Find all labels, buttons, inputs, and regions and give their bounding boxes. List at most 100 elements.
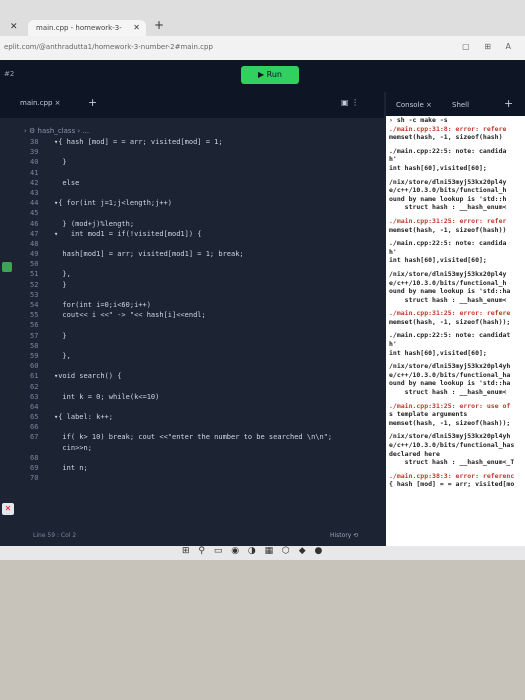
code-line[interactable]: 66	[0, 423, 384, 433]
line-number: 60	[30, 362, 39, 371]
code-line[interactable]: 57 }	[0, 332, 384, 342]
code-text: }	[54, 280, 67, 289]
code-line[interactable]: 42 else	[0, 179, 384, 189]
code-line[interactable]: 43	[0, 189, 384, 199]
console-line: › sh -c make -s	[389, 116, 448, 124]
browser-action-icons[interactable]: ▢ ⊞ A	[462, 42, 517, 51]
code-line[interactable]: 52 }	[0, 281, 384, 291]
code-line[interactable]: 69 int n;	[0, 464, 384, 474]
line-number: 38	[30, 138, 39, 146]
code-line[interactable]: 63 int k = 0; while(k<=10)	[0, 393, 384, 403]
code-line[interactable]: 60	[0, 362, 384, 372]
console-line: ./main.cpp:22:5: note: candida	[389, 146, 507, 155]
code-line[interactable]: 48	[0, 240, 384, 250]
code-lines[interactable]: 38 ▾{ hash [mod] = = arr; visited[mod] = …	[0, 138, 384, 484]
tab-console[interactable]: Console ×	[396, 101, 432, 109]
code-line[interactable]: cin>>n;	[0, 444, 384, 454]
code-line[interactable]: 59 },	[0, 352, 384, 362]
run-button[interactable]: ▶ Run	[241, 66, 299, 84]
new-tab-icon[interactable]: +	[154, 18, 164, 32]
code-line[interactable]: 65 ▾{ label: k++;	[0, 413, 384, 423]
code-line[interactable]: 38 ▾{ hash [mod] = = arr; visited[mod] = …	[0, 138, 384, 148]
line-number: 62	[30, 382, 39, 391]
code-line[interactable]: 46 } (mod+j)%length;	[0, 220, 384, 230]
code-text: },	[54, 270, 71, 279]
add-tab-icon[interactable]: +	[88, 96, 97, 109]
line-number: 67	[30, 433, 39, 442]
code-text: cout<< i <<" -> "<< hash[i]<<endl;	[54, 311, 206, 320]
code-line[interactable]: 41	[0, 169, 384, 179]
history-button[interactable]: History ⟲	[330, 532, 358, 539]
breadcrumb: › ⚙ hash_class › ...	[24, 127, 90, 135]
console-line: e/c++/10.3.0/bits/functional_h	[389, 278, 507, 287]
code-line[interactable]: 67 if( k> 10) break; cout <<"enter the n…	[0, 433, 384, 443]
console-line: memset(hash, -1, sizeof(hash))	[389, 225, 507, 234]
console-line: int hash[60],visited[60];	[389, 256, 487, 265]
editor-menu-icon[interactable]: ▣ ⋮	[341, 98, 359, 107]
code-line[interactable]: 62	[0, 383, 384, 393]
browser-tab-bar: ✕ main.cpp - homework-3-number ✕ +	[0, 0, 525, 48]
code-line[interactable]: 44 ▾{ for(int j=1;j<length;j++)	[0, 199, 384, 209]
line-number: 53	[30, 290, 39, 299]
code-line[interactable]: 40 }	[0, 158, 384, 168]
code-line[interactable]: 39	[0, 148, 384, 158]
line-number: 61	[30, 372, 39, 381]
console-line: memset(hash, -1, sizeof(hash));	[389, 418, 511, 427]
console-line: memset(hash, -1, sizeof(hash));	[389, 317, 511, 326]
taskbar: ⊞ ⚲ ▭ ◉ ◑ ▦ ⬡ ◆ ●	[0, 546, 525, 560]
code-text: hash[mod1] = arr; visited[mod1] = 1; bre…	[54, 250, 244, 259]
line-number: 58	[30, 341, 39, 350]
line-number: 59	[30, 351, 39, 360]
console-line: /nix/store/dlni53myj53kx20pl4yh	[389, 362, 511, 371]
line-number: 54	[30, 301, 39, 309]
editor-status-bar: Line 59 : Col 2 History ⟲	[0, 532, 384, 546]
code-editor[interactable]: main.cpp × + ▣ ⋮ › ⚙ hash_class › ... 38…	[0, 92, 384, 554]
tab-shell[interactable]: Shell	[452, 101, 469, 109]
console-line: e/c++/10.3.0/bits/functional_ha	[389, 370, 511, 379]
left-badge: #2	[4, 70, 15, 78]
line-number: 42	[30, 178, 39, 187]
line-number: 39	[30, 148, 39, 157]
console-line: ./main.cpp:22:5: note: candidat	[389, 331, 511, 340]
console-line: int hash[60],visited[60];	[389, 163, 487, 172]
code-line[interactable]: 47 ▾ int mod1 = if(!visited[mod1]) {	[0, 230, 384, 240]
address-bar[interactable]: eplit.com/@anthradutta1/homework-3-numbe…	[0, 36, 525, 61]
console-line: /nix/store/dlni53myj53kx20pl4yh	[389, 432, 511, 441]
code-text: int k = 0; while(k<=10)	[54, 392, 160, 401]
console-line: ound by name lookup is 'std::h	[389, 194, 507, 203]
console-line: ./main.cpp:22:5: note: candida	[389, 239, 507, 248]
code-text: }	[54, 331, 67, 340]
code-line[interactable]: 64	[0, 403, 384, 413]
console-line: e/c++/10.3.0/bits/functional_h	[389, 186, 507, 195]
line-number: 48	[30, 239, 39, 248]
browser-tab[interactable]: main.cpp - homework-3-number ✕	[28, 20, 146, 48]
console-line: declared here	[389, 449, 440, 458]
code-line[interactable]: 49 hash[mod1] = arr; visited[mod1] = 1; …	[0, 250, 384, 260]
code-line[interactable]: 50	[0, 260, 384, 270]
line-number: 49	[30, 250, 39, 259]
code-line[interactable]: 68	[0, 454, 384, 464]
console-line: e/c++/10.3.0/bits/functional_has	[389, 441, 515, 449]
line-number: 57	[30, 331, 39, 340]
code-line[interactable]: 61 ▾void search() {	[0, 372, 384, 382]
code-text: int n;	[54, 464, 88, 472]
code-line[interactable]: 54 for(int i=0;i<60;i++)	[0, 301, 384, 311]
close-icon[interactable]: ✕	[10, 22, 18, 32]
code-line[interactable]: 45	[0, 209, 384, 219]
code-text: }	[54, 158, 67, 167]
file-tab-main-cpp[interactable]: main.cpp ×	[20, 99, 61, 107]
line-number: 52	[30, 280, 39, 289]
console-line: struct hash : __hash_enum<	[389, 388, 507, 397]
code-line[interactable]: 56	[0, 321, 384, 331]
add-pane-icon[interactable]: +	[504, 97, 513, 110]
code-line[interactable]: 51 },	[0, 270, 384, 280]
error-gutter-icon[interactable]: ✕	[2, 503, 14, 515]
taskbar-icons[interactable]: ⊞ ⚲ ▭ ◉ ◑ ▦ ⬡ ◆ ●	[182, 546, 325, 556]
line-number: 63	[30, 392, 39, 401]
code-line[interactable]: 55 cout<< i <<" -> "<< hash[i]<<endl;	[0, 311, 384, 321]
code-text: ▾{ for(int j=1;j<length;j++)	[54, 199, 173, 208]
code-line[interactable]: 70	[0, 474, 384, 484]
code-line[interactable]: 53	[0, 291, 384, 301]
tab-close-icon[interactable]: ✕	[133, 20, 140, 36]
code-line[interactable]: 58	[0, 342, 384, 352]
